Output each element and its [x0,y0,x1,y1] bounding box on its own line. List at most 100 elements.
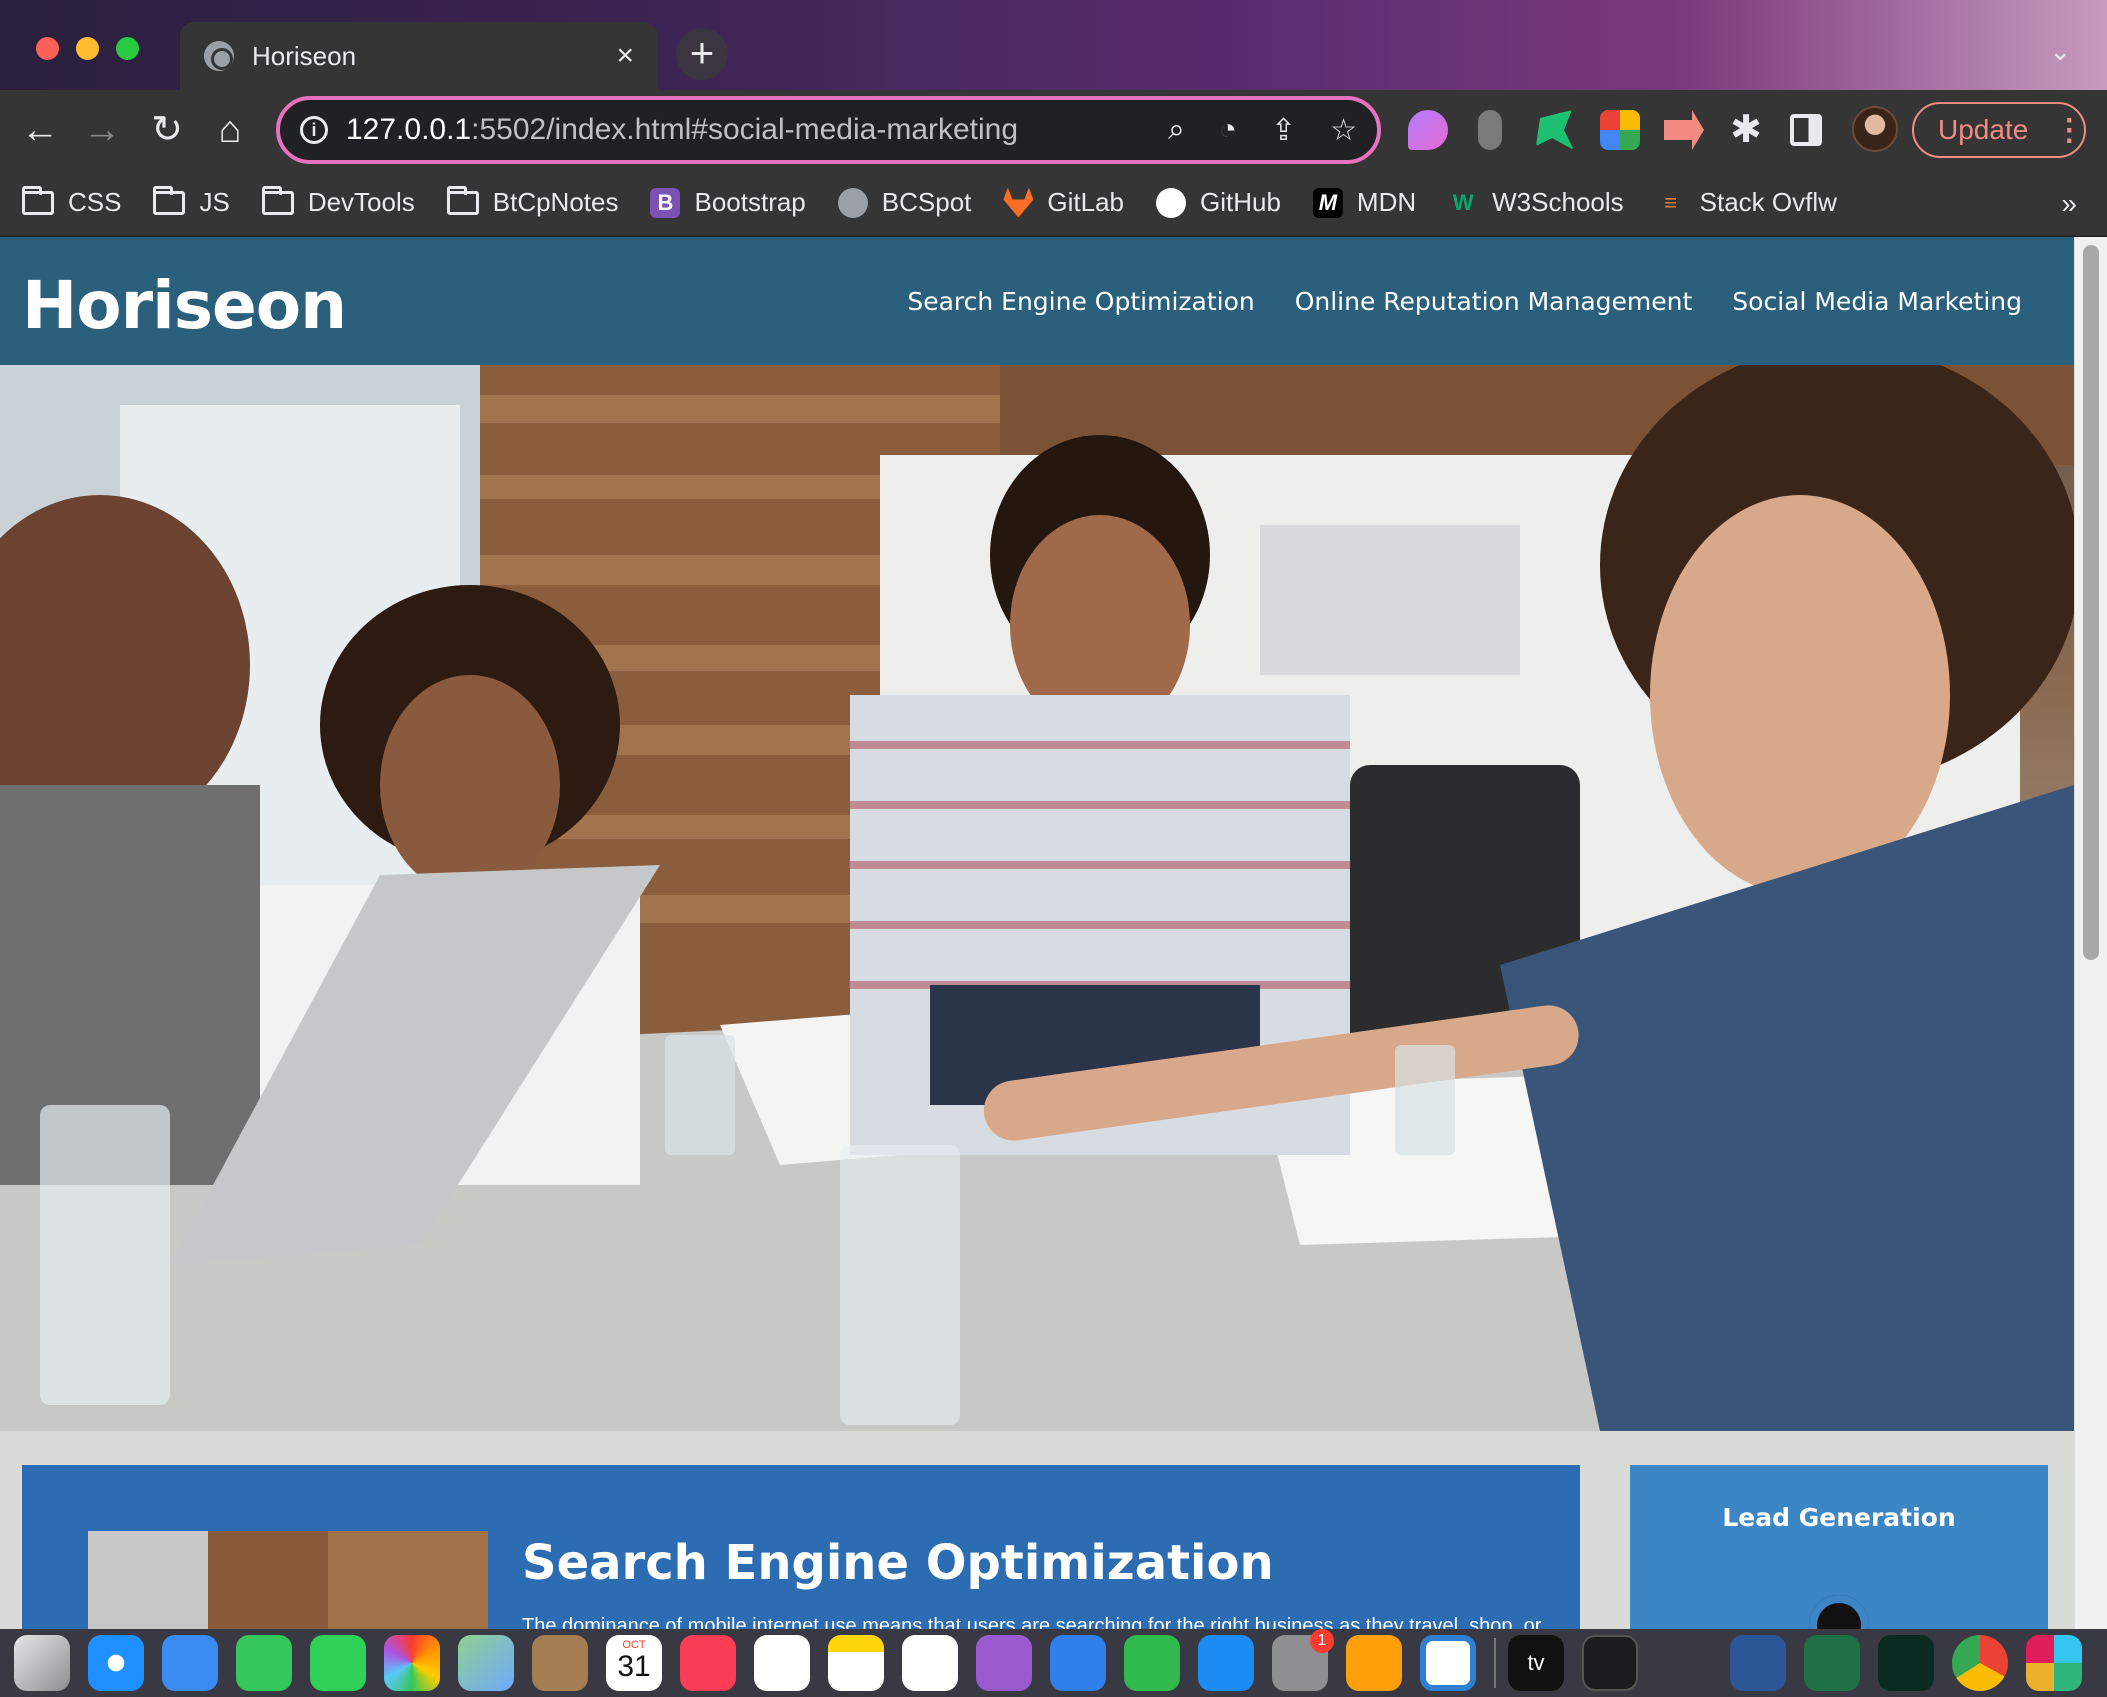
seo-section: Search Engine Optimization The dominance… [22,1465,1580,1629]
slack-icon[interactable] [2026,1635,2082,1691]
forward-button[interactable]: → [80,108,124,152]
folder-icon [153,185,186,215]
bookmark-js[interactable]: JS [153,185,230,218]
keynote-icon[interactable] [1050,1635,1106,1691]
page-viewport: Horiseon Search Engine Optimization Onli… [0,237,2074,1629]
w3schools-icon: W [1452,189,1474,215]
browser-tabstrip: Horiseon × + ⌄ [0,0,2107,90]
extension-icon[interactable] [1536,110,1574,150]
bookmark-label: Bootstrap [694,187,806,217]
lead-generation-heading: Lead Generation [1722,1503,1956,1532]
bookmark-mdn[interactable]: M MDN [1312,187,1416,218]
bookmark-label: BCSpot [881,187,972,217]
browser-tab[interactable]: Horiseon × [180,22,658,90]
screen: Horiseon × + ⌄ ← → ↻ ⌂ i 127.0.0.1:5502/… [0,0,2107,1697]
contacts-icon[interactable] [532,1635,588,1691]
back-button[interactable]: ← [18,108,62,152]
vscode-icon[interactable] [1420,1635,1476,1691]
globe-icon [204,41,234,71]
bookmark-label: BtCpNotes [492,187,619,217]
podcasts-icon[interactable] [976,1635,1032,1691]
zoom-icon[interactable]: ⌕ [1168,113,1185,147]
extension-icon[interactable] [1478,110,1502,150]
tab-search-button[interactable]: ⌄ [2049,36,2071,67]
folder-icon [446,185,479,215]
update-label: Update [1938,114,2029,145]
address-bar[interactable]: i 127.0.0.1:5502/index.html#social-media… [276,96,1381,164]
reload-button[interactable]: ↻ [145,108,189,152]
gitlab-icon [1003,187,1034,218]
safari-icon[interactable] [88,1635,144,1691]
launchpad-icon[interactable] [14,1635,70,1691]
activity-monitor-icon[interactable] [1878,1635,1934,1691]
nav-link-reputation[interactable]: Online Reputation Management [1295,287,1693,316]
bookmark-css[interactable]: CSS [22,185,121,218]
bookmark-star-icon[interactable]: ☆ [1330,113,1357,148]
url-text[interactable]: 127.0.0.1:5502/index.html#social-media-m… [346,113,1134,147]
bookmark-bcspot[interactable]: BCSpot [837,187,972,218]
excel-icon[interactable] [1804,1635,1860,1691]
share-icon[interactable]: ⇪ [1271,113,1296,148]
appstore-icon[interactable] [1198,1635,1254,1691]
browser-menu-icon[interactable]: ⋮ [2054,113,2084,148]
home-button[interactable]: ⌂ [208,108,252,152]
update-button[interactable]: Update ⋮ [1912,102,2086,158]
page-scrollbar[interactable] [2074,237,2107,1629]
mail-icon[interactable] [162,1635,218,1691]
bookmarks-overflow-button[interactable]: » [2061,188,2077,220]
bookmark-label: Stack Ovflw [1699,187,1837,217]
messages-icon[interactable] [310,1635,366,1691]
bookmark-label: DevTools [307,187,415,217]
folder-icon [22,185,54,215]
photos-icon[interactable] [384,1635,440,1691]
browser-toolbar: ← → ↻ ⌂ i 127.0.0.1:5502/index.html#soci… [0,90,2107,170]
facetime-icon[interactable] [236,1635,292,1691]
globe-icon [837,187,868,218]
dock-separator [1494,1638,1496,1688]
bookmarks-bar: CSS JS DevTools BtCpNotes B Bootstrap BCS… [0,170,2107,236]
site-info-icon[interactable]: i [300,116,328,144]
tab-close-button[interactable]: × [616,39,634,73]
settings-icon[interactable]: 1 [1272,1629,1334,1691]
new-tab-button[interactable]: + [676,28,728,80]
performance-icon[interactable]: ◔ [1219,113,1237,147]
scrollbar-thumb[interactable] [2083,245,2099,960]
macos-dock: OCT 31 1 tv [0,1629,2107,1697]
calendar-icon[interactable]: OCT 31 [606,1635,662,1691]
bookmark-btcpnotes[interactable]: BtCpNotes [446,185,619,218]
nav-link-social-media[interactable]: Social Media Marketing [1732,287,2022,316]
extension-icon[interactable] [1600,110,1640,150]
freeform-icon[interactable] [902,1635,958,1691]
stackoverflow-icon: ≡ [1664,189,1678,215]
numbers-icon[interactable] [1124,1635,1180,1691]
bookmark-stackoverflow[interactable]: ≡ Stack Ovflw [1656,187,1837,218]
terminal-icon[interactable] [1582,1635,1638,1691]
bookmark-github[interactable]: GitHub [1156,187,1281,218]
site-logo[interactable]: Horiseon [22,267,347,344]
bookmark-bootstrap[interactable]: B Bootstrap [650,187,806,218]
profile-avatar[interactable] [1852,106,1898,152]
site-header: Horiseon Search Engine Optimization Onli… [0,237,2074,365]
minimize-window-button[interactable] [76,37,99,60]
pages-icon[interactable] [1346,1635,1402,1691]
extension-icon[interactable] [1408,110,1448,150]
pen-icon[interactable] [1656,1635,1712,1691]
bookmark-gitlab[interactable]: GitLab [1003,187,1124,218]
bookmark-devtools[interactable]: DevTools [261,185,415,218]
appletv-icon[interactable]: tv [1508,1635,1564,1691]
extensions-puzzle-icon[interactable]: ✱ [1726,110,1766,150]
github-icon [1156,187,1186,218]
extension-icon[interactable] [1664,110,1704,150]
notes-icon[interactable] [828,1635,884,1691]
side-panel-icon[interactable] [1790,114,1822,146]
music-icon[interactable] [680,1635,736,1691]
reminders-icon[interactable] [754,1635,810,1691]
lead-generation-card: Lead Generation [1630,1465,2048,1629]
close-window-button[interactable] [36,37,59,60]
zoom-window-button[interactable] [116,37,139,60]
nav-link-seo[interactable]: Search Engine Optimization [907,287,1254,316]
maps-icon[interactable] [458,1635,514,1691]
bookmark-w3schools[interactable]: W W3Schools [1448,187,1624,218]
chrome-icon[interactable] [1952,1635,2008,1691]
word-icon[interactable] [1730,1635,1786,1691]
